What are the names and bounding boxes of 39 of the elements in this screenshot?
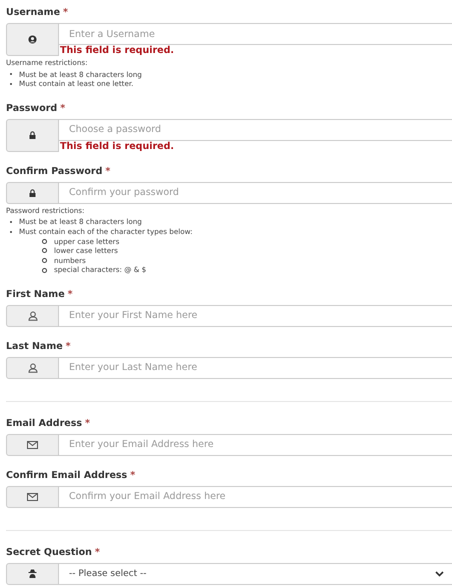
required-mark: *	[68, 288, 73, 301]
chevron-down-icon	[435, 570, 444, 577]
field-label: Confirm Email Address	[6, 470, 128, 482]
input-field[interactable]: Confirm your password	[59, 182, 452, 204]
input-field[interactable]: Enter your First Name here	[59, 304, 452, 327]
error-message: This field is required.	[59, 140, 176, 152]
bullet-icon	[42, 248, 47, 254]
field-label: First Name	[6, 288, 65, 301]
required-mark: *	[105, 166, 110, 178]
input-field[interactable]: Enter your Last Name here	[59, 356, 452, 379]
required-mark: *	[63, 7, 68, 19]
lock-icon	[29, 188, 36, 197]
lock-icon	[29, 131, 36, 140]
required-mark: *	[66, 340, 71, 353]
input-field[interactable]: Choose a password	[59, 118, 452, 141]
bullet-icon	[42, 238, 47, 244]
input-field[interactable]: Enter your Email Address here	[59, 434, 452, 456]
field-label: Email Address	[6, 418, 82, 430]
input-field[interactable]: Confirm your Email Address here	[59, 486, 452, 508]
required-mark: *	[85, 418, 90, 430]
field-label: Confirm Password	[6, 166, 102, 178]
select-field[interactable]: -- Please select --	[59, 562, 452, 585]
spy-icon	[28, 569, 37, 578]
bullet-icon	[42, 268, 47, 273]
error-message: This field is required.	[59, 45, 176, 56]
user-icon	[28, 310, 38, 321]
user-icon	[28, 362, 38, 373]
bullet-icon	[42, 258, 47, 264]
field-label: Password	[6, 102, 58, 115]
field-label: Last Name	[6, 340, 63, 353]
envelope-icon	[27, 440, 38, 449]
field-label: Username	[6, 7, 60, 19]
required-mark: *	[60, 102, 66, 115]
required-mark: *	[94, 546, 100, 559]
field-label: Secret Question	[6, 546, 92, 559]
input-field[interactable]: Enter a Username	[59, 23, 452, 45]
envelope-icon	[27, 492, 38, 501]
user-circle-icon	[28, 35, 37, 44]
required-mark: *	[130, 470, 136, 482]
